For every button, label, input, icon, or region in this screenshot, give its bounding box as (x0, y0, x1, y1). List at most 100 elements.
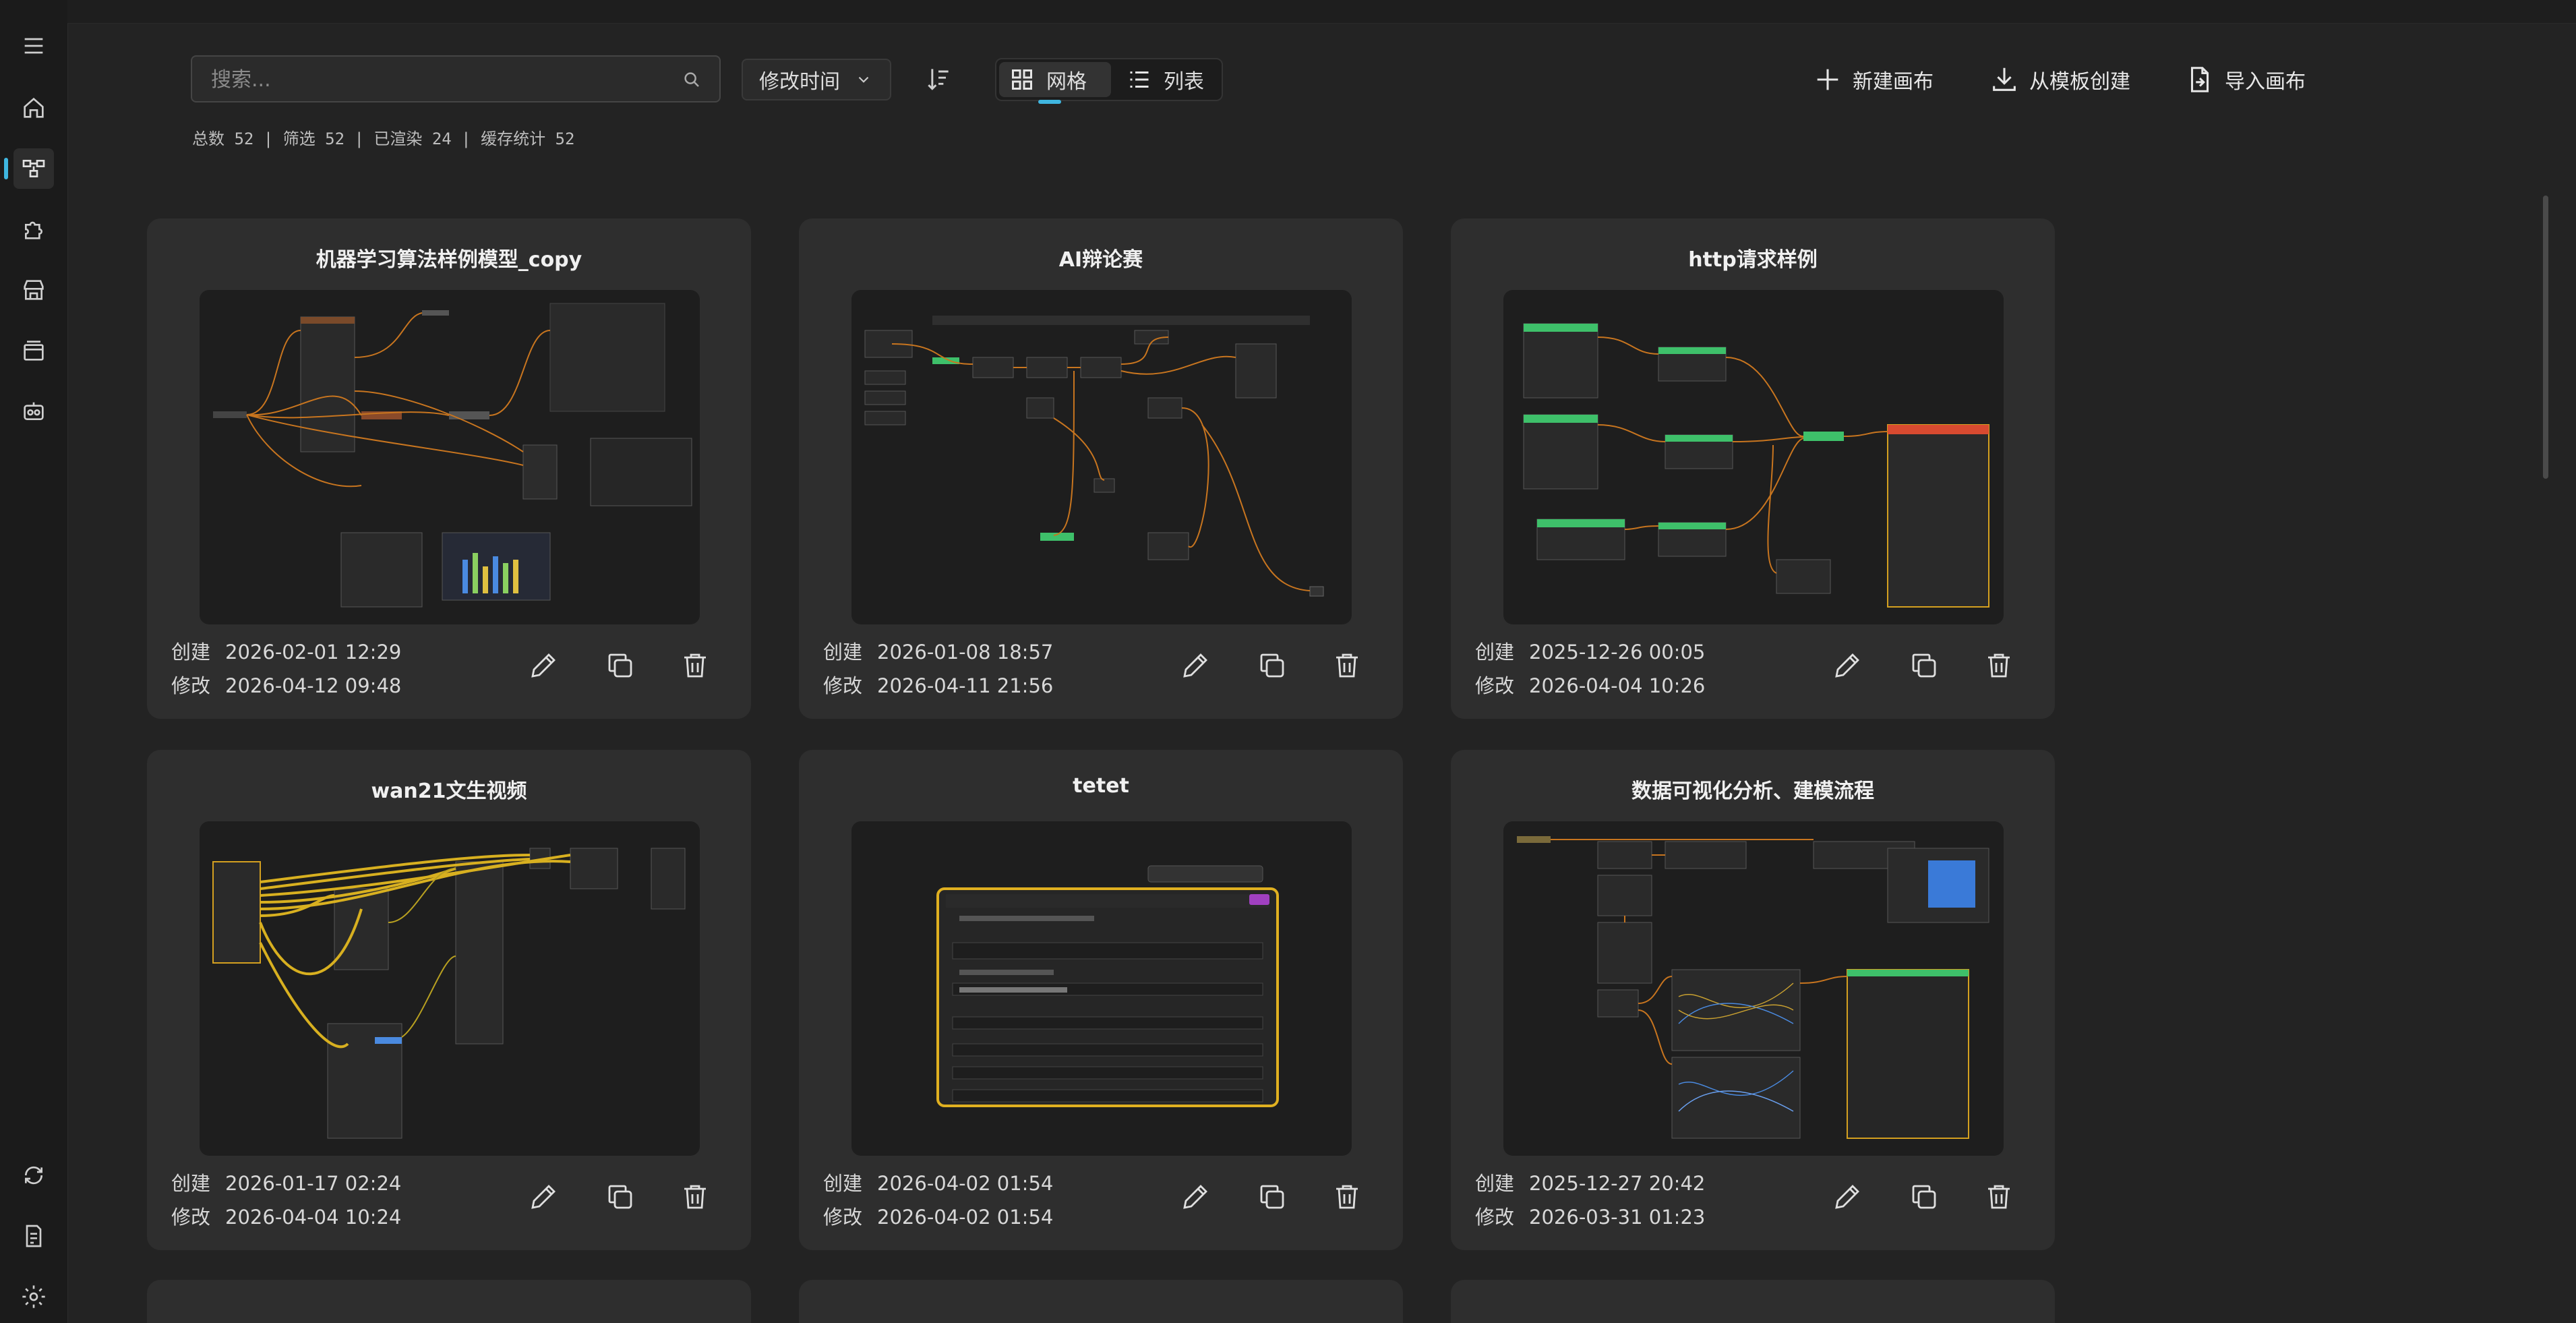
scrollbar[interactable] (2543, 196, 2548, 479)
modified-label: 修改 (171, 674, 211, 697)
modified-label: 修改 (823, 674, 863, 697)
created-label: 创建 (1475, 641, 1515, 664)
edit-button[interactable] (1828, 1178, 1866, 1216)
created-label: 创建 (1475, 1172, 1515, 1195)
created-label: 创建 (171, 1172, 211, 1195)
grid-view-label: 网格 (1046, 70, 1087, 94)
search-input[interactable] (210, 63, 671, 96)
card-title: http请求样例 (1688, 248, 1818, 272)
created-time: 2025-12-27 20:42 (1529, 1172, 1706, 1195)
copy-icon (608, 653, 632, 678)
duplicate-button[interactable] (601, 647, 639, 684)
duplicate-button[interactable] (601, 1178, 639, 1216)
copy-icon (1912, 1185, 1936, 1209)
edit-button[interactable] (1176, 1178, 1214, 1216)
search-icon[interactable] (682, 69, 702, 90)
copy-icon (1260, 1185, 1284, 1209)
modified-time: 2026-04-12 09:48 (225, 674, 402, 697)
new-canvas-button[interactable]: 新建画布 (1812, 59, 1934, 100)
canvas-card[interactable] (799, 1280, 1403, 1323)
pencil-icon (1835, 653, 1859, 678)
canvas-card[interactable]: wan21文生视频 创建 2026-01-17 02:24 修改 2026-04… (147, 750, 751, 1250)
duplicate-button[interactable] (1253, 1178, 1291, 1216)
canvas-card[interactable] (1451, 1280, 2055, 1323)
canvas-card[interactable]: 数据可视化分析、建模流程 创建 2025-12-27 20:42 修改 2026… (1451, 750, 2055, 1250)
card-title: 机器学习算法样例模型_copy (316, 248, 582, 272)
workflow-preview-image (1523, 323, 1989, 608)
created-time: 2026-02-01 12:29 (225, 641, 402, 664)
edit-button[interactable] (1828, 647, 1866, 684)
grid-view-button[interactable]: 网格 (999, 62, 1111, 104)
workflow-preview-image (936, 865, 1279, 1107)
canvas-card[interactable]: tetet 创建 2026-04-02 01:54 修改 2026-04-02 01… (799, 750, 1403, 1250)
duplicate-button[interactable] (1905, 1178, 1943, 1216)
canvas-thumbnail[interactable] (1503, 290, 2004, 624)
robot-icon[interactable] (13, 391, 54, 432)
canvas-thumbnail[interactable] (851, 290, 1352, 624)
plugin-icon[interactable] (13, 209, 54, 249)
duplicate-button[interactable] (1905, 647, 1943, 684)
card-meta: 创建 2026-04-02 01:54 修改 2026-04-02 01:54 (823, 1167, 1053, 1234)
workflow-preview-image (213, 303, 692, 608)
list-view-button[interactable]: 列表 (1116, 62, 1218, 97)
menu-icon[interactable] (13, 26, 54, 66)
created-time: 2026-01-08 18:57 (877, 641, 1054, 664)
grid-icon (1012, 69, 1032, 90)
window-top-bar (67, 0, 2576, 24)
delete-button[interactable] (1980, 1178, 2018, 1216)
sort-direction-icon[interactable] (924, 64, 953, 94)
trash-icon (1336, 1185, 1358, 1209)
list-icon (1130, 71, 1149, 88)
modified-label: 修改 (1475, 1206, 1515, 1229)
from-template-button[interactable]: 从模板创建 (1989, 59, 2130, 100)
home-icon[interactable] (13, 88, 54, 128)
edit-button[interactable] (525, 647, 562, 684)
edit-button[interactable] (525, 1178, 562, 1216)
import-canvas-button[interactable]: 导入画布 (2184, 59, 2306, 100)
plus-icon (1817, 69, 1838, 90)
canvas-card[interactable] (147, 1280, 751, 1323)
copy-icon (1912, 653, 1936, 678)
modified-time: 2026-04-04 10:26 (1529, 674, 1706, 697)
app-root: 修改时间 网格 列表 新建画布 从模板创建 导入画布 总数 52 | 筛选 52… (0, 0, 2576, 1323)
stats-line: 总数 52 | 筛选 52 | 已渲染 24 | 缓存统计 52 (192, 129, 575, 148)
duplicate-button[interactable] (1253, 647, 1291, 684)
edit-button[interactable] (1176, 647, 1214, 684)
workflow-preview-image (1517, 836, 1989, 1139)
pencil-icon (1183, 653, 1207, 678)
delete-button[interactable] (1328, 647, 1366, 684)
workflow-preview-image (212, 848, 686, 1139)
copy-icon (1260, 653, 1284, 678)
workflow-preview-image (864, 316, 1324, 597)
trash-icon (1336, 653, 1358, 678)
canvas-thumbnail[interactable] (851, 821, 1352, 1156)
store-icon[interactable] (13, 270, 54, 310)
view-toggle: 网格 列表 (995, 58, 1223, 104)
modified-time: 2026-03-31 01:23 (1529, 1206, 1706, 1229)
canvas-card[interactable]: 机器学习算法样例模型_copy 创建 2026-02-01 12:29 修改 2… (147, 218, 751, 719)
sidebar (0, 0, 68, 1323)
modified-time: 2026-04-02 01:54 (877, 1206, 1054, 1229)
sync-icon[interactable] (13, 1155, 54, 1196)
canvas-thumbnail[interactable] (200, 821, 700, 1156)
card-meta: 创建 2025-12-27 20:42 修改 2026-03-31 01:23 (1475, 1167, 1705, 1234)
delete-button[interactable] (1328, 1178, 1366, 1216)
card-meta: 创建 2026-01-17 02:24 修改 2026-04-04 10:24 (171, 1167, 401, 1234)
search-box[interactable] (191, 55, 721, 102)
sort-select[interactable]: 修改时间 (742, 59, 891, 100)
trash-icon (1988, 1185, 2010, 1209)
delete-button[interactable] (676, 647, 714, 684)
canvas-card[interactable]: AI辩论赛 创建 2026-01-08 18:57 修改 2026-04-11 … (799, 218, 1403, 719)
delete-button[interactable] (1980, 647, 2018, 684)
workflow-icon[interactable] (4, 148, 54, 189)
delete-button[interactable] (676, 1178, 714, 1216)
card-title: 数据可视化分析、建模流程 (1631, 780, 1874, 803)
modified-label: 修改 (1475, 674, 1515, 697)
gallery-icon[interactable] (13, 330, 54, 371)
settings-icon[interactable] (13, 1276, 54, 1317)
log-icon[interactable] (13, 1216, 54, 1256)
canvas-thumbnail[interactable] (1503, 821, 2004, 1156)
from-template-label: 从模板创建 (2029, 70, 2130, 94)
canvas-thumbnail[interactable] (200, 290, 700, 624)
canvas-card[interactable]: http请求样例 创建 2025-12-26 00:05 修改 2026-04-… (1451, 218, 2055, 719)
